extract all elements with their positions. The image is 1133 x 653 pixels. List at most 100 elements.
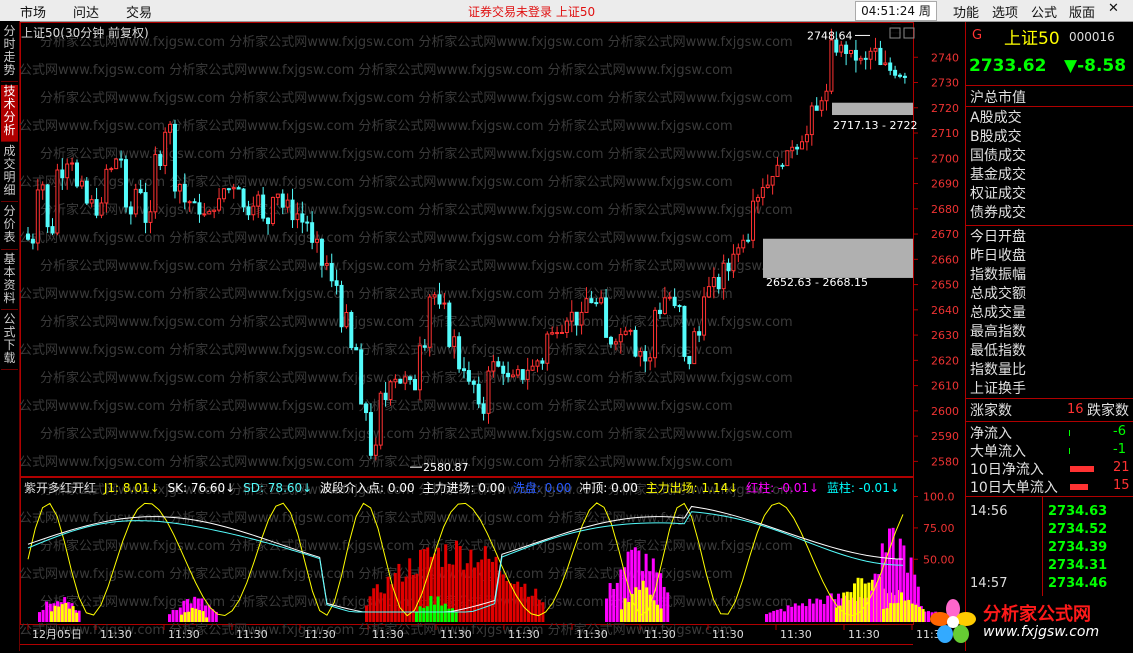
menu-function[interactable]: 功能	[953, 2, 979, 21]
kline-chart-area[interactable]: 分析家公式网www.fxjgsw.com 分析家公式网www.fxjgsw.co…	[20, 22, 965, 651]
candle-up	[751, 200, 756, 241]
time-axis-label: 11:30	[780, 628, 812, 641]
candle-down	[466, 370, 471, 382]
up-count-label: 涨家数	[970, 403, 1012, 419]
candle-down	[143, 192, 148, 223]
watermark-text: 分析家公式网www.fxjgsw.com 分析家公式网www.fxjgsw.co…	[20, 342, 733, 358]
candle-down	[447, 302, 452, 347]
candle-up	[79, 180, 84, 187]
indicator-bar	[473, 567, 476, 622]
candle-up	[628, 329, 633, 332]
tick-price: 2734.63	[1048, 504, 1108, 519]
flow-row-label: 10日大单流入	[970, 480, 1058, 496]
tab-intraday[interactable]: 分时走势	[1, 25, 18, 82]
indicator-bar	[198, 610, 201, 622]
candle-down	[589, 298, 594, 304]
candle-down	[863, 57, 868, 60]
indicator-bar	[608, 583, 612, 622]
indicator-bar	[811, 603, 815, 622]
menu-layout[interactable]: 版面	[1069, 2, 1095, 21]
indicator-bar	[826, 595, 830, 622]
indicator-bar	[386, 576, 390, 622]
price-axis-label: 2630	[931, 329, 959, 342]
candle-down	[119, 158, 124, 161]
indicator-bar	[383, 593, 386, 622]
market-cap-label: 沪总市值	[970, 90, 1026, 106]
indicator-bar	[775, 609, 779, 622]
indicator-sd: SD: 78.60↓	[243, 481, 313, 495]
candle-up	[692, 331, 697, 365]
menu-market[interactable]: 市场	[20, 2, 46, 21]
down-count-label: 跌家数	[1087, 403, 1129, 419]
indicator-bar	[537, 599, 541, 622]
indicator-bar	[666, 592, 670, 622]
tab-trade-detail[interactable]: 成交明细	[1, 145, 18, 202]
index-row: 最高指数	[970, 324, 1026, 340]
candle-up	[217, 198, 222, 211]
watermark-text: 分析家公式网www.fxjgsw.com 分析家公式网www.fxjgsw.co…	[40, 258, 793, 274]
tab-basic-info[interactable]: 基本资料	[1, 253, 18, 310]
candle-down	[138, 188, 143, 194]
price-axis-label: 2700	[931, 152, 959, 165]
candle-down	[672, 296, 677, 307]
indicator-bar	[900, 592, 903, 622]
menu-ask[interactable]: 问达	[73, 2, 99, 21]
candle-up	[373, 444, 378, 456]
candle-up	[148, 211, 153, 223]
candle-up	[800, 141, 805, 150]
quote-panel: G 上证50 000016 2733.62 ▼-8.58 沪总市值 涨家数 16…	[965, 22, 1133, 651]
candle-up	[133, 188, 138, 215]
indicator-bar	[801, 603, 804, 622]
indicator-bar	[443, 603, 447, 622]
candle-down	[608, 336, 613, 345]
flow-row-value: 21	[1113, 460, 1130, 475]
logo-url: www.fxjgsw.com	[983, 624, 1100, 640]
candle-down	[290, 199, 295, 221]
close-icon[interactable]: ✕	[1108, 1, 1119, 16]
candle-down	[481, 403, 486, 414]
candle-up	[731, 253, 736, 272]
candle-up	[662, 297, 667, 315]
indicator-bar	[190, 607, 194, 622]
candle-up	[858, 57, 863, 61]
candle-up	[114, 158, 119, 170]
turnover-row: 债券成交	[970, 205, 1026, 221]
candle-up	[550, 332, 555, 335]
candle-down	[30, 238, 35, 244]
indicator-bar	[907, 599, 911, 622]
tick-price: 2734.52	[1048, 522, 1108, 537]
watermark-text: 分析家公式网www.fxjgsw.com 分析家公式网www.fxjgsw.co…	[40, 146, 793, 162]
tab-technical[interactable]: 技术分析	[1, 85, 18, 142]
menu-formula[interactable]: 公式	[1031, 2, 1057, 21]
indicator-bar	[885, 608, 889, 622]
indicator-bar	[882, 608, 885, 622]
candle-down	[319, 238, 324, 266]
candle-up	[868, 50, 873, 60]
price-axis-label: 2730	[931, 77, 959, 90]
candle-down	[329, 263, 334, 282]
indicator-bar	[483, 546, 487, 622]
candle-down	[128, 206, 133, 215]
candle-up	[535, 360, 540, 367]
candle-up	[760, 186, 765, 198]
watermark-text: 分析家公式网www.fxjgsw.com 分析家公式网www.fxjgsw.co…	[40, 426, 793, 442]
candle-down	[383, 392, 388, 400]
candle-down	[123, 159, 128, 208]
candle-up	[849, 49, 854, 54]
candle-down	[305, 221, 310, 224]
indicator-bar	[652, 600, 656, 622]
time-axis-label: 11:30	[236, 628, 268, 641]
tab-price-table[interactable]: 分价表	[1, 205, 18, 250]
indicator-bar	[793, 603, 797, 622]
candle-up	[638, 351, 643, 357]
tab-formula-download[interactable]: 公式下载	[1, 313, 18, 370]
tick-time: 14:57	[970, 576, 1008, 591]
watermark-text: 分析家公式网www.fxjgsw.com 分析家公式网www.fxjgsw.co…	[40, 538, 793, 554]
candle-up	[70, 162, 75, 165]
menu-trade[interactable]: 交易	[126, 2, 152, 21]
candle-down	[246, 206, 251, 216]
indicator-bar	[656, 604, 659, 622]
candle-down	[476, 383, 481, 405]
indicator-bar	[465, 563, 469, 622]
menu-options[interactable]: 选项	[992, 2, 1018, 21]
